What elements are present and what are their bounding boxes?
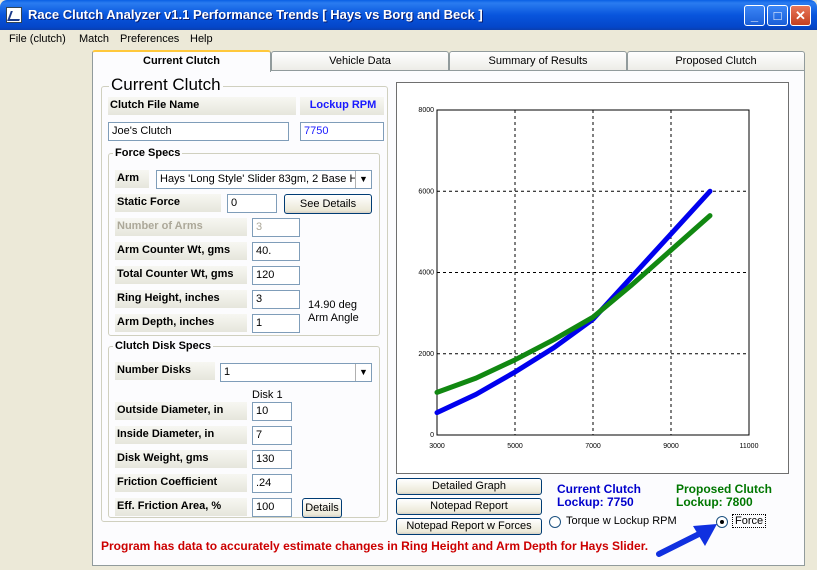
app-icon[interactable] (6, 7, 22, 23)
outside-diameter-label: Outside Diameter, in (115, 402, 247, 420)
static-force-input[interactable]: 0 (227, 194, 277, 213)
menu-match[interactable]: Match (79, 33, 109, 45)
torque-radio[interactable] (549, 516, 561, 528)
x-tick-label: 11000 (740, 443, 759, 450)
proposed-clutch-series-line (434, 213, 713, 395)
menu-preferences[interactable]: Preferences (120, 33, 179, 45)
tab-proposed-clutch[interactable]: Proposed Clutch (627, 51, 805, 71)
current-clutch-legend-lockup: Lockup: 7750 (557, 495, 634, 509)
chevron-down-icon[interactable]: ▼ (355, 171, 371, 188)
arm-depth-label: Arm Depth, inches (115, 314, 247, 332)
outside-diameter-input[interactable]: 10 (252, 402, 292, 421)
arm-label: Arm (115, 170, 149, 188)
menu-file[interactable]: File (clutch) (9, 33, 66, 45)
disk-weight-label: Disk Weight, gms (115, 450, 247, 468)
menu-bar: File (clutch) Match Preferences Help (0, 30, 817, 49)
eff-friction-area-input[interactable]: 100 (252, 498, 292, 517)
chart-svg: 3000 5000 7000 9000 11000 0 2000 4000 6000 8000 (418, 107, 759, 450)
total-counter-wt-input: 120 (252, 266, 300, 285)
inside-diameter-input[interactable]: 7 (252, 426, 292, 445)
title-bar: Race Clutch Analyzer v1.1 Performance Tr… (0, 0, 817, 30)
disk-specs-title: Clutch Disk Specs (113, 340, 213, 352)
x-tick-label: 5000 (507, 443, 523, 450)
number-disks-select[interactable]: 1 ▼ (220, 363, 372, 382)
lockup-rpm-label: Lockup RPM (300, 97, 384, 115)
static-force-label: Static Force (115, 194, 221, 212)
x-tick-label: 3000 (429, 443, 445, 450)
number-of-arms-input: 3 (252, 218, 300, 237)
arm-angle-value: 14.90 deg (308, 299, 357, 311)
window-title: Race Clutch Analyzer v1.1 Performance Tr… (28, 7, 483, 22)
minimize-button[interactable]: _ (744, 5, 765, 26)
menu-help[interactable]: Help (190, 33, 213, 45)
details-button[interactable]: Details (302, 498, 342, 518)
arm-angle-label: Arm Angle (308, 312, 359, 324)
tab-vehicle-data[interactable]: Vehicle Data (271, 51, 449, 71)
disk-1-header: Disk 1 (252, 389, 283, 401)
ring-height-label: Ring Height, inches (115, 290, 247, 308)
number-disks-label: Number Disks (115, 362, 215, 380)
eff-friction-area-label: Eff. Friction Area, % (115, 498, 247, 516)
close-button[interactable]: ✕ (790, 5, 811, 26)
inside-diameter-label: Inside Diameter, in (115, 426, 247, 444)
x-tick-label: 9000 (663, 443, 679, 450)
proposed-clutch-legend-title: Proposed Clutch (676, 482, 773, 496)
arm-select-value: Hays 'Long Style' Slider 83gm, 2 Base Ht (160, 173, 361, 185)
total-counter-wt-label: Total Counter Wt, gms (115, 266, 247, 284)
y-tick-label: 0 (430, 432, 434, 439)
y-tick-label: 8000 (418, 107, 434, 114)
arm-select[interactable]: Hays 'Long Style' Slider 83gm, 2 Base Ht… (156, 170, 372, 189)
status-message: Program has data to accurately estimate … (101, 539, 649, 553)
chevron-down-icon[interactable]: ▼ (355, 364, 371, 381)
y-tick-label: 4000 (418, 270, 434, 277)
see-details-button[interactable]: See Details (284, 194, 372, 214)
ring-height-input[interactable]: 3 (252, 290, 300, 309)
current-clutch-legend-title: Current Clutch (557, 482, 641, 496)
force-chart: 3000 5000 7000 9000 11000 0 2000 4000 6000 8000 (396, 82, 789, 474)
y-tick-label: 6000 (418, 188, 434, 195)
arrow-icon (656, 524, 717, 557)
disk-weight-input[interactable]: 130 (252, 450, 292, 469)
notepad-report-button[interactable]: Notepad Report (396, 498, 542, 515)
force-radio-label: Force (732, 514, 767, 528)
lockup-rpm-input[interactable]: 7750 (300, 122, 384, 141)
proposed-clutch-legend-lockup: Lockup: 7800 (676, 495, 753, 509)
maximize-button[interactable]: □ (767, 5, 788, 26)
y-tick-label: 2000 (418, 351, 434, 358)
friction-coefficient-input[interactable]: .24 (252, 474, 292, 493)
detailed-graph-button[interactable]: Detailed Graph (396, 478, 542, 495)
force-specs-title: Force Specs (113, 147, 183, 159)
arm-counter-wt-label: Arm Counter Wt, gms (115, 242, 247, 260)
panel-heading: Current Clutch (109, 75, 223, 95)
file-name-input[interactable]: Joe's Clutch (108, 122, 289, 141)
tab-current-clutch[interactable]: Current Clutch (92, 50, 271, 72)
friction-coefficient-label: Friction Coefficient (115, 474, 247, 492)
notepad-report-forces-button[interactable]: Notepad Report w Forces (396, 518, 542, 535)
number-of-arms-label: Number of Arms (115, 218, 247, 236)
x-tick-label: 7000 (585, 443, 601, 450)
tab-summary-of-results[interactable]: Summary of Results (449, 51, 627, 71)
file-name-label: Clutch File Name (108, 97, 296, 115)
arm-counter-wt-input[interactable]: 40. (252, 242, 300, 261)
arm-depth-input[interactable]: 1 (252, 314, 300, 333)
number-disks-value: 1 (224, 366, 231, 378)
